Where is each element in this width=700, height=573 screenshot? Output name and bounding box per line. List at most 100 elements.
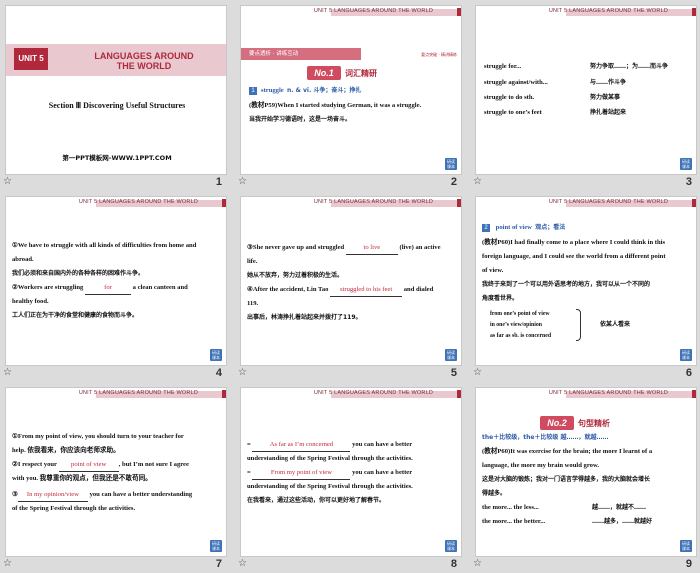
word: point of view	[495, 224, 532, 231]
blank-answer: From my point of view	[252, 468, 351, 480]
star-icon[interactable]: ☆	[238, 367, 247, 378]
corner-button[interactable]: 研读 课本	[445, 540, 457, 552]
line-4: ②Workers are struggling for a clean cant…	[12, 283, 188, 295]
corner-button[interactable]: 研读 课本	[680, 540, 692, 552]
corner-button[interactable]: 研读 课本	[680, 158, 692, 170]
line-1: (教材P59)When I started studying German, i…	[249, 102, 422, 109]
line-1: (教材P60)I had finally come to a place whe…	[482, 239, 666, 246]
slide-thumbnail-5[interactable]: UNIT 5 LANGUAGES AROUND THE WORLD ③She n…	[240, 196, 462, 366]
corner-button[interactable]: 研读 课本	[210, 349, 222, 361]
phrase-1: from one’s point of view	[490, 311, 550, 317]
line-6: 出事后，林涛挣扎着站起来并拨打了119。	[247, 314, 362, 321]
slide-thumbnail-1[interactable]: UNIT 5 LANGUAGES AROUND THE WORLD Sectio…	[5, 5, 227, 175]
phrase-cn: 依某人看来	[600, 321, 631, 328]
line-3: 我们必须和来自国内外的各种各样的困难作斗争。	[12, 270, 145, 277]
slide-meta-6: ☆ 6	[470, 367, 700, 381]
line-6: of the Spring Festival through the activ…	[12, 505, 136, 512]
rule-2: the more... the better...	[482, 518, 546, 525]
line-3: 这是对大脑的锻炼；我对一门语言学得越多，我的大脑就会增长	[482, 476, 651, 483]
star-icon[interactable]: ☆	[473, 176, 482, 187]
line-2: help. 依我看来，你应该向老师求助。	[12, 447, 120, 454]
line-1: = As far as I’m concerned you can have a…	[247, 440, 412, 452]
word: struggle	[261, 87, 284, 94]
word-cn: 观点；看法	[535, 224, 566, 231]
phrase-3: as far as sb. is concerned	[490, 333, 552, 339]
line-1: (教材P60)It was exercise for the brain; th…	[482, 448, 653, 455]
corner-button[interactable]: 研读 课本	[680, 349, 692, 361]
phrase-4: struggle to one’s feet	[484, 109, 542, 116]
line-4: with you. 我尊重你的观点，但我还是不敢苟同。	[12, 475, 152, 482]
slide-header: UNIT 5 LANGUAGES AROUND THE WORLD	[241, 6, 461, 16]
corner-button[interactable]: 研读 课本	[210, 540, 222, 552]
line-2: abroad.	[12, 256, 34, 263]
line-3: 她从不放弃，努力过着积极的生活。	[247, 272, 344, 279]
line-2: language, the more my brain would grow.	[482, 462, 599, 469]
phrase-1-cn: 努力争取……；为……而斗争	[590, 63, 669, 70]
index-badge: 1	[249, 87, 257, 95]
slide-number: 1	[215, 176, 222, 188]
slide-thumbnail-6[interactable]: UNIT 5 LANGUAGES AROUND THE WORLD 2 poin…	[475, 196, 697, 366]
line-5: healthy food.	[12, 298, 49, 305]
blank-answer: point of view	[58, 460, 119, 472]
slide-number: 5	[450, 367, 457, 379]
slide-thumbnail-2[interactable]: UNIT 5 LANGUAGES AROUND THE WORLD 要点透析 ·…	[240, 5, 462, 175]
index-badge: 2	[482, 224, 490, 232]
line-3: ②I respect your point of view, but I’m n…	[12, 460, 189, 472]
blank-answer: In my opinion/view	[17, 490, 88, 502]
slide-header: UNIT 5 LANGUAGES AROUND THE WORLD	[476, 6, 696, 16]
line-4: 我终于来到了一个可以用外语思考的地方，我可以从一个不同的	[482, 281, 651, 288]
star-icon[interactable]: ☆	[238, 558, 247, 569]
slide-number: 3	[685, 176, 692, 188]
slide-number: 4	[215, 367, 222, 379]
star-icon[interactable]: ☆	[473, 558, 482, 569]
corner-button[interactable]: 研读 课本	[445, 158, 457, 170]
slide-meta-2: ☆ 2	[235, 176, 467, 190]
pattern-head: the＋比较级，the＋比较级 越……，就越……	[482, 434, 609, 441]
slide-meta-7: ☆ 7	[0, 558, 232, 572]
brace	[576, 309, 581, 341]
star-icon[interactable]: ☆	[238, 176, 247, 187]
slide-header: UNIT 5 LANGUAGES AROUND THE WORLD	[241, 197, 461, 207]
star-icon[interactable]: ☆	[473, 367, 482, 378]
slide-header: UNIT 5 LANGUAGES AROUND THE WORLD	[476, 197, 696, 207]
banner-right: 要点突破 · 精讲精练	[421, 52, 457, 57]
title-line-2: THE WORLD	[116, 61, 172, 71]
star-icon[interactable]: ☆	[3, 176, 12, 187]
no-badge: No.2	[540, 416, 574, 430]
phrase-2: in one’s view/opinion	[490, 322, 542, 328]
phrase-3: struggle to do sth.	[484, 94, 535, 101]
slide-thumbnail-8[interactable]: UNIT 5 LANGUAGES AROUND THE WORLD = As f…	[240, 387, 462, 557]
line-5: 在我看来，通过这些活动，你可以更好地了解春节。	[247, 497, 386, 504]
site-text: 第一PPT模板网-WWW.1PPT.COM	[62, 154, 172, 162]
slide-number: 7	[215, 558, 222, 570]
line-4: 得越多。	[482, 490, 507, 497]
rule-2-cn: ……越多，……就越好	[592, 518, 653, 525]
slide-number: 6	[685, 367, 692, 379]
line-2: understanding of the Spring Festival thr…	[247, 455, 413, 462]
word-row: 1 struggle n. & vi. 斗争；奋斗；挣扎	[249, 86, 361, 97]
line-4: understanding of the Spring Festival thr…	[247, 483, 413, 490]
rule-1: the more... the less...	[482, 504, 539, 511]
slide-thumbnail-4[interactable]: UNIT 5 LANGUAGES AROUND THE WORLD ①We ha…	[5, 196, 227, 366]
star-icon[interactable]: ☆	[3, 558, 12, 569]
slide-thumbnail-9[interactable]: UNIT 5 LANGUAGES AROUND THE WORLD No.2 句…	[475, 387, 697, 557]
section-title: Section Ⅲ Discovering Useful Structures	[48, 101, 186, 110]
slide-meta-1: ☆ 1	[0, 176, 232, 190]
corner-button[interactable]: 研读 课本	[445, 349, 457, 361]
slide-meta-5: ☆ 5	[235, 367, 467, 381]
word-pos: n. & vi. 斗争；奋斗；挣扎	[287, 87, 362, 94]
badge-title: 词汇精研	[345, 69, 377, 78]
phrase-2: struggle against/with...	[484, 79, 548, 86]
line-2: life.	[247, 258, 258, 265]
star-icon[interactable]: ☆	[3, 367, 12, 378]
line-3: of view.	[482, 267, 504, 274]
word-row: 2 point of view 观点；看法	[482, 223, 565, 234]
slide-header: UNIT 5 LANGUAGES AROUND THE WORLD	[6, 388, 226, 398]
blank-answer: struggled to his feet	[330, 285, 403, 297]
slide-header: UNIT 5 LANGUAGES AROUND THE WORLD	[241, 388, 461, 398]
slide-number: 8	[450, 558, 457, 570]
line-5: ③ In my opinion/view you can have a bette…	[12, 490, 192, 502]
slide-thumbnail-7[interactable]: UNIT 5 LANGUAGES AROUND THE WORLD ①From …	[5, 387, 227, 557]
slide-thumbnail-3[interactable]: UNIT 5 LANGUAGES AROUND THE WORLD strugg…	[475, 5, 697, 175]
slide-meta-3: ☆ 3	[470, 176, 700, 190]
